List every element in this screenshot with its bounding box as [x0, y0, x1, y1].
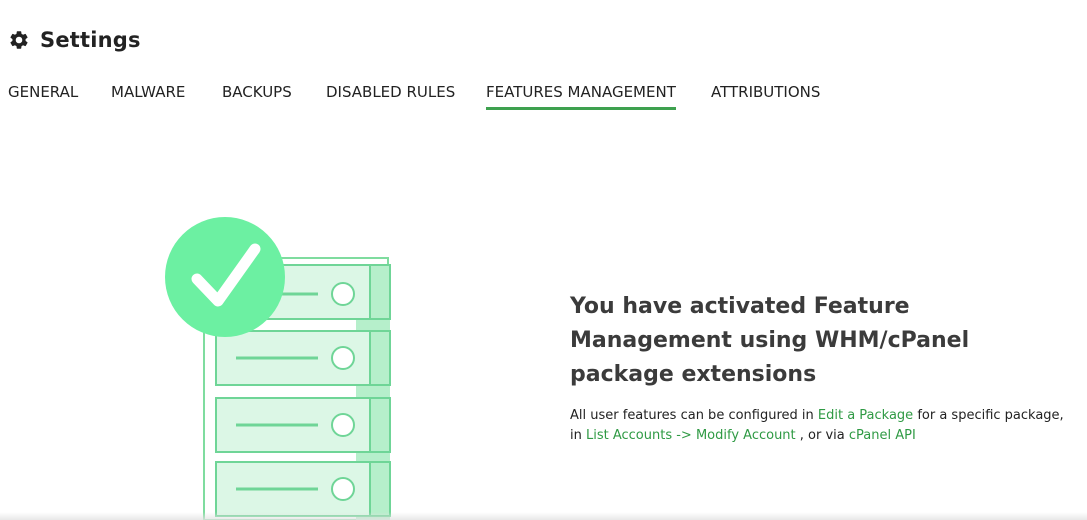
tab-backups[interactable]: BACKUPS — [222, 80, 292, 110]
page-title: Settings — [40, 28, 141, 52]
edit-package-link[interactable]: Edit a Package — [818, 408, 913, 423]
tab-disabled-rules[interactable]: DISABLED RULES — [326, 80, 455, 110]
tab-malware[interactable]: MALWARE — [111, 80, 185, 110]
server-check-icon — [160, 215, 400, 520]
desc-text-1: All user features can be configured in — [570, 408, 818, 423]
feature-management-description: All user features can be configured in E… — [570, 406, 1075, 445]
cpanel-api-link[interactable]: cPanel API — [849, 428, 916, 443]
bottom-divider — [0, 512, 1087, 520]
tab-attributions[interactable]: ATTRIBUTIONS — [711, 80, 820, 110]
tab-features-management[interactable]: FEATURES MANAGEMENT — [486, 80, 676, 110]
list-accounts-link[interactable]: List Accounts -> Modify Account — [586, 428, 796, 443]
page-header: Settings — [8, 28, 141, 52]
settings-page: Settings GENERAL MALWARE BACKUPS DISABLE… — [0, 0, 1087, 520]
feature-management-heading: You have activated Feature Management us… — [570, 294, 970, 387]
desc-text-3: , or via — [795, 427, 849, 443]
gear-icon — [8, 29, 30, 51]
tab-general[interactable]: GENERAL — [8, 80, 78, 110]
